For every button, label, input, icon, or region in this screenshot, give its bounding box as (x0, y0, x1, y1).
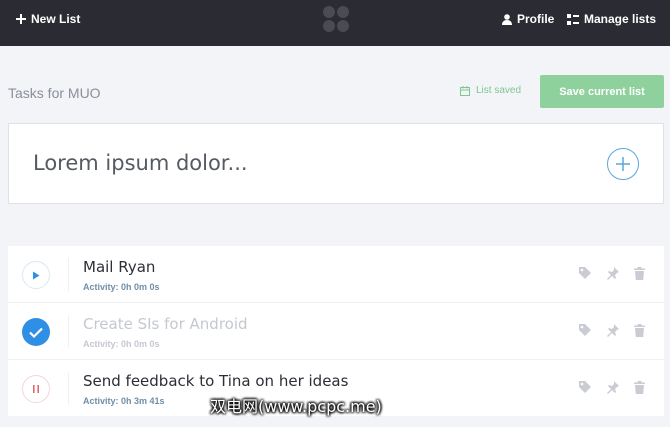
trash-icon[interactable] (634, 266, 645, 280)
new-list-label: New List (31, 12, 81, 26)
task-name[interactable]: Send feedback to Tina on her ideas (83, 372, 348, 390)
row-divider (68, 315, 69, 348)
pause-timer-button[interactable] (22, 375, 50, 403)
pin-icon[interactable] (606, 323, 620, 337)
row-divider (68, 372, 69, 405)
play-icon (32, 271, 40, 280)
calendar-check-icon (460, 85, 470, 96)
task-list: Mail Ryan Activity: 0h 0m 0s Create SIs … (8, 246, 664, 416)
top-bar: New List Profile Manage lists (0, 0, 670, 46)
trash-icon[interactable] (634, 380, 645, 394)
tag-icon[interactable] (578, 266, 592, 280)
plus-circle-icon (616, 157, 630, 171)
start-timer-button[interactable] (22, 261, 50, 289)
list-header: Tasks for MUO List saved Save current li… (0, 72, 670, 112)
task-activity: Activity: 0h 3m 41s (83, 396, 165, 406)
new-task-input[interactable] (33, 146, 573, 180)
pin-icon[interactable] (606, 266, 620, 280)
task-actions (578, 266, 645, 280)
task-row[interactable]: Create SIs for Android Activity: 0h 0m 0… (8, 303, 664, 360)
new-list-button[interactable]: New List (16, 0, 80, 38)
profile-button[interactable]: Profile (502, 0, 554, 38)
task-name[interactable]: Create SIs for Android (83, 315, 248, 333)
task-name[interactable]: Mail Ryan (83, 258, 155, 276)
manage-lists-button[interactable]: Manage lists (567, 0, 656, 38)
app-logo-icon[interactable] (322, 5, 350, 33)
profile-label: Profile (517, 12, 555, 26)
completed-toggle[interactable] (22, 318, 50, 346)
task-actions (578, 323, 645, 337)
trash-icon[interactable] (634, 323, 645, 337)
check-icon (29, 327, 43, 338)
plus-icon (16, 14, 26, 24)
tag-icon[interactable] (578, 323, 592, 337)
add-task-button[interactable] (607, 148, 639, 180)
save-status: List saved (460, 85, 521, 96)
watermark: 双电网(www.pcpc.me) (210, 397, 382, 416)
new-task-card (8, 123, 664, 204)
save-current-list-button[interactable]: Save current list (540, 75, 664, 108)
pin-icon[interactable] (606, 380, 620, 394)
grid-list-icon (567, 13, 579, 25)
save-status-label: List saved (476, 85, 522, 96)
user-icon (502, 13, 512, 25)
list-title[interactable]: Tasks for MUO (8, 85, 101, 101)
tag-icon[interactable] (578, 380, 592, 394)
task-actions (578, 380, 645, 394)
task-activity: Activity: 0h 0m 0s (83, 282, 160, 292)
pause-icon (33, 385, 39, 393)
row-divider (68, 258, 69, 291)
task-activity: Activity: 0h 0m 0s (83, 339, 160, 349)
task-row[interactable]: Mail Ryan Activity: 0h 0m 0s (8, 246, 664, 303)
manage-lists-label: Manage lists (584, 12, 657, 26)
